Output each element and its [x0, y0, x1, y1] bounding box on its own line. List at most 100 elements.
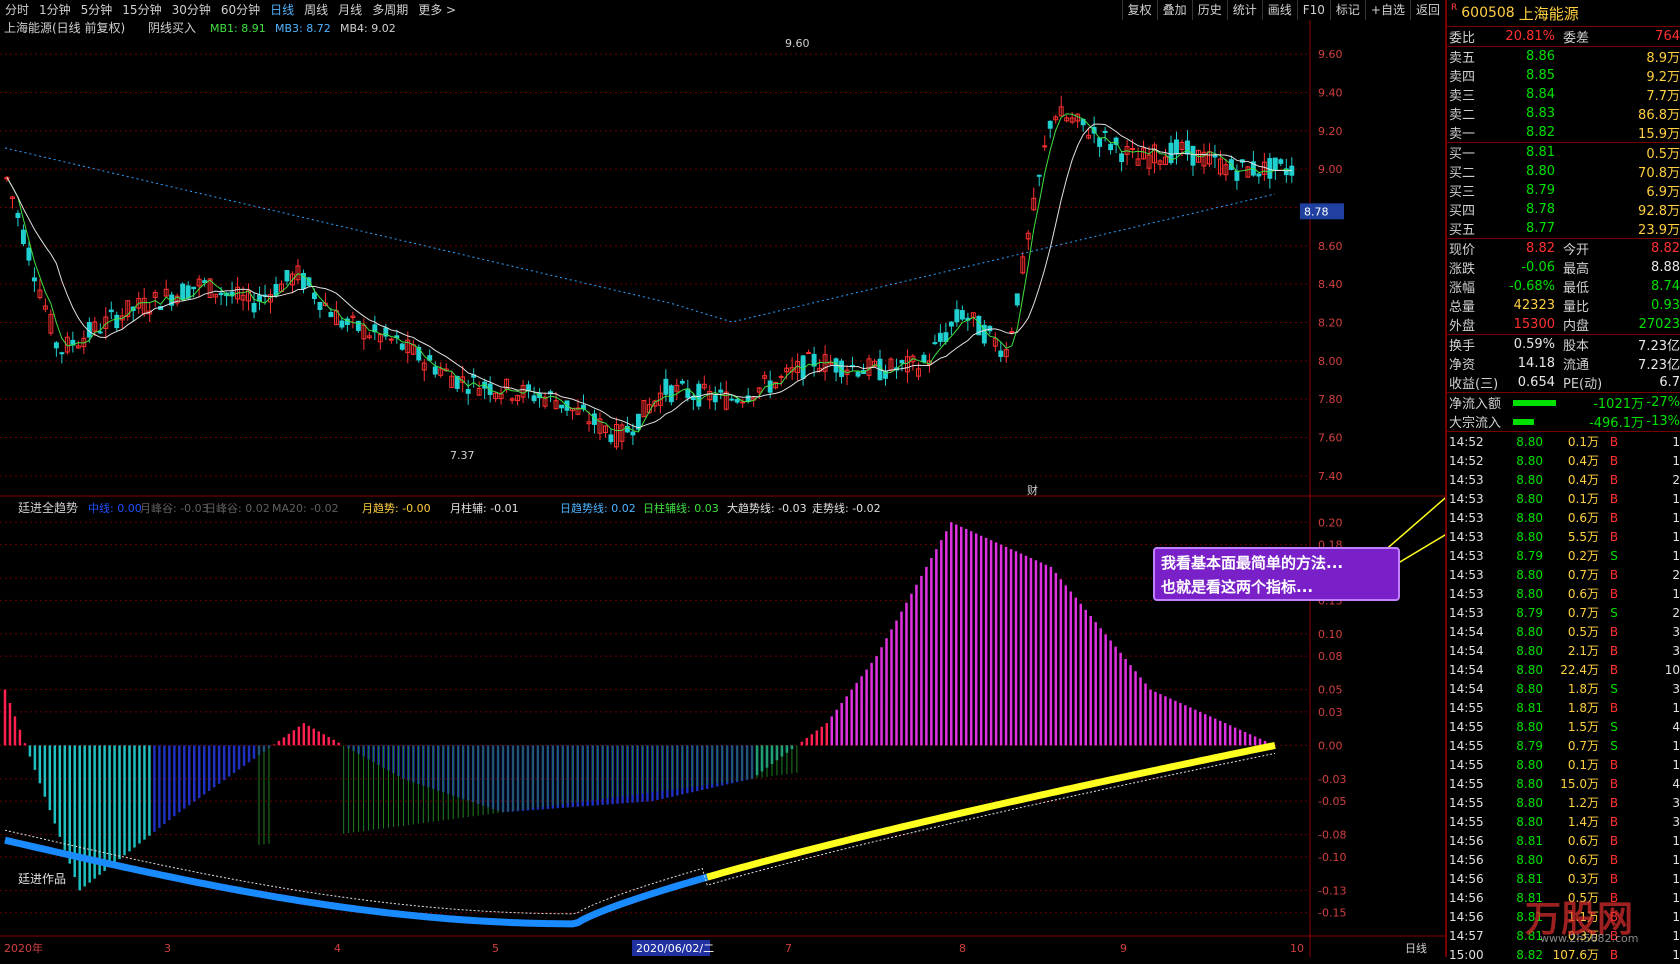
buy-row[interactable]: 买二 8.80 70.8万 — [1447, 162, 1680, 181]
kline-chart[interactable]: 9.60 9.40 9.20 9.00 8.80 8.60 8.40 8.20 8.00 7.80… — [0, 20, 1651, 957]
toolbar-button-6[interactable]: 标记 — [1329, 0, 1365, 20]
month-trend: 月趋势: -0.00 — [362, 502, 431, 515]
tick-volume: 0.1万 — [1567, 758, 1599, 772]
candle-body — [1272, 157, 1278, 171]
stock-header[interactable]: R 600508 上海能源 — [1447, 0, 1680, 27]
tick-volume: 0.2万 — [1567, 549, 1599, 563]
period-tab-2[interactable]: 5分钟 — [76, 0, 118, 20]
sell-row[interactable]: 卖五 8.86 8.9万 — [1447, 47, 1680, 66]
tick-count: 1 — [1672, 700, 1680, 715]
tick-volume: 0.7万 — [1567, 568, 1599, 582]
period-tab-8[interactable]: 月线 — [333, 0, 367, 20]
buy-row[interactable]: 买四 8.78 92.8万 — [1447, 200, 1680, 219]
tick-row: 14:55 8.80 1.5万 S 4 — [1447, 717, 1680, 736]
candle-body — [663, 378, 669, 395]
tick-side: B — [1609, 871, 1619, 886]
chart-area[interactable]: 9.60 9.40 9.20 9.00 8.80 8.60 8.40 8.20 8.00 7.80… — [0, 20, 1651, 957]
stat-value: 0.93 — [1651, 298, 1680, 313]
tick-volume: 15.0万 — [1560, 777, 1599, 791]
sell-row[interactable]: 卖三 8.84 7.7万 — [1447, 85, 1680, 104]
buy-row[interactable]: 买五 8.77 23.9万 — [1447, 219, 1680, 238]
tick-count: 1 — [1672, 909, 1680, 924]
tick-price: 8.80 — [1516, 529, 1543, 544]
mb1-value: MB1: 8.91 — [210, 22, 266, 35]
toolbar-button-1[interactable]: 叠加 — [1156, 0, 1192, 20]
tick-count: 1 — [1672, 738, 1680, 753]
tick-row: 14:52 8.80 0.4万 B 1 — [1447, 451, 1680, 470]
period-tab-6[interactable]: 日线 — [265, 0, 299, 20]
tick-time: 14:53 — [1449, 586, 1484, 601]
candle-body — [284, 270, 290, 282]
toolbar-button-3[interactable]: 统计 — [1226, 0, 1262, 20]
sell-row[interactable]: 卖二 8.83 86.8万 — [1447, 104, 1680, 123]
stat-row: 涨跌 -0.06 最高 8.88 — [1447, 258, 1680, 277]
candle-body — [1190, 145, 1196, 166]
chart-bg — [0, 20, 1445, 957]
toolbar-button-7[interactable]: +自选 — [1364, 0, 1410, 20]
period-tab-7[interactable]: 周线 — [299, 0, 333, 20]
stat-label: 现价 — [1449, 243, 1476, 258]
period-tab-0[interactable]: 分时 — [0, 0, 34, 20]
flow-row: 净流入额 -1021万 -27% — [1447, 393, 1680, 412]
period-tab-9[interactable]: 多周期 — [367, 0, 413, 20]
tick-price: 8.80 — [1516, 491, 1543, 506]
day-trend: 日趋势线: 0.02 — [560, 501, 636, 515]
tick-volume: 22.4万 — [1560, 663, 1599, 677]
tick-row: 14:56 8.81 0.3万 B 1 — [1447, 869, 1680, 888]
period-tab-4[interactable]: 30分钟 — [167, 0, 216, 20]
tick-row: 14:53 8.79 0.2万 S 1 — [1447, 546, 1680, 565]
flow-label: 净流入额 — [1449, 397, 1502, 412]
tick-volume: 2.1万 — [1567, 644, 1599, 658]
stat-label: 外盘 — [1449, 319, 1476, 334]
tick-volume: 1.8万 — [1567, 682, 1599, 696]
toolbar-button-5[interactable]: F10 — [1296, 0, 1330, 20]
candle-body — [531, 395, 537, 402]
fund-value: 14.18 — [1517, 356, 1555, 371]
period-tab-10[interactable]: 更多 > — [413, 0, 461, 20]
day-bar: 日柱辅线: 0.03 — [643, 501, 719, 515]
candle-body — [1185, 140, 1190, 155]
tick-volume: 0.4万 — [1567, 473, 1599, 487]
sub-tick: 0.10 — [1318, 628, 1343, 641]
period-tab-3[interactable]: 15分钟 — [117, 0, 166, 20]
toolbar-button-4[interactable]: 画线 — [1261, 0, 1297, 20]
sell-label: 卖三 — [1449, 89, 1476, 104]
tick-row: 15:00 8.82 107.6万 B 1 — [1447, 945, 1680, 964]
period-tab-1[interactable]: 1分钟 — [34, 0, 76, 20]
candle-body — [20, 229, 26, 245]
candle-body — [1130, 147, 1136, 150]
weibi-value: 20.81% — [1505, 29, 1555, 44]
tick-price: 8.80 — [1516, 795, 1543, 810]
sell-row[interactable]: 卖四 8.85 9.2万 — [1447, 66, 1680, 85]
tick-side: B — [1609, 814, 1619, 829]
weicha-value: 764 — [1655, 29, 1680, 44]
toolbar-button-2[interactable]: 历史 — [1191, 0, 1227, 20]
fundamentals: 换手 0.59% 股本 7.23亿 净资 14.18 流通 7.23亿 收益(三) 0.654 PE… — [1447, 335, 1680, 393]
tick-side: B — [1609, 491, 1619, 506]
buy-row[interactable]: 买三 8.79 6.9万 — [1447, 181, 1680, 200]
tick-price: 8.80 — [1516, 643, 1543, 658]
weicha-label: 委差 — [1563, 31, 1590, 46]
tick-price: 8.80 — [1516, 567, 1543, 582]
sub-tick: -0.05 — [1318, 795, 1346, 808]
fund-value: 0.59% — [1513, 337, 1555, 352]
fund-row: 收益(三) 0.654 PE(动) 6.7 — [1447, 373, 1680, 392]
tick-list[interactable]: 14:52 8.80 0.1万 B 1 14:52 8.80 0.4万 B 1 14:53 8.80 0… — [1447, 432, 1680, 964]
buy-row[interactable]: 买一 8.81 0.5万 — [1447, 143, 1680, 162]
toolbar-button-8[interactable]: 返回 — [1409, 0, 1445, 20]
candle-body — [465, 389, 471, 394]
xaxis-label: 4 — [334, 942, 341, 955]
candle-body — [932, 342, 938, 345]
buy-volume: 6.9万 — [1646, 185, 1680, 200]
sell-row[interactable]: 卖一 8.82 15.9万 — [1447, 123, 1680, 142]
tick-price: 8.81 — [1516, 833, 1543, 848]
candle-body — [526, 384, 532, 391]
candle-body — [948, 321, 954, 327]
toolbar-button-0[interactable]: 复权 — [1121, 0, 1157, 20]
sell-volume: 86.8万 — [1638, 108, 1680, 123]
fund-value: 0.654 — [1517, 375, 1555, 390]
tick-count: 10 — [1664, 662, 1680, 677]
stat-label: 涨跌 — [1449, 262, 1476, 277]
period-tab-5[interactable]: 60分钟 — [216, 0, 265, 20]
mb3-value: MB3: 8.72 — [275, 22, 331, 35]
